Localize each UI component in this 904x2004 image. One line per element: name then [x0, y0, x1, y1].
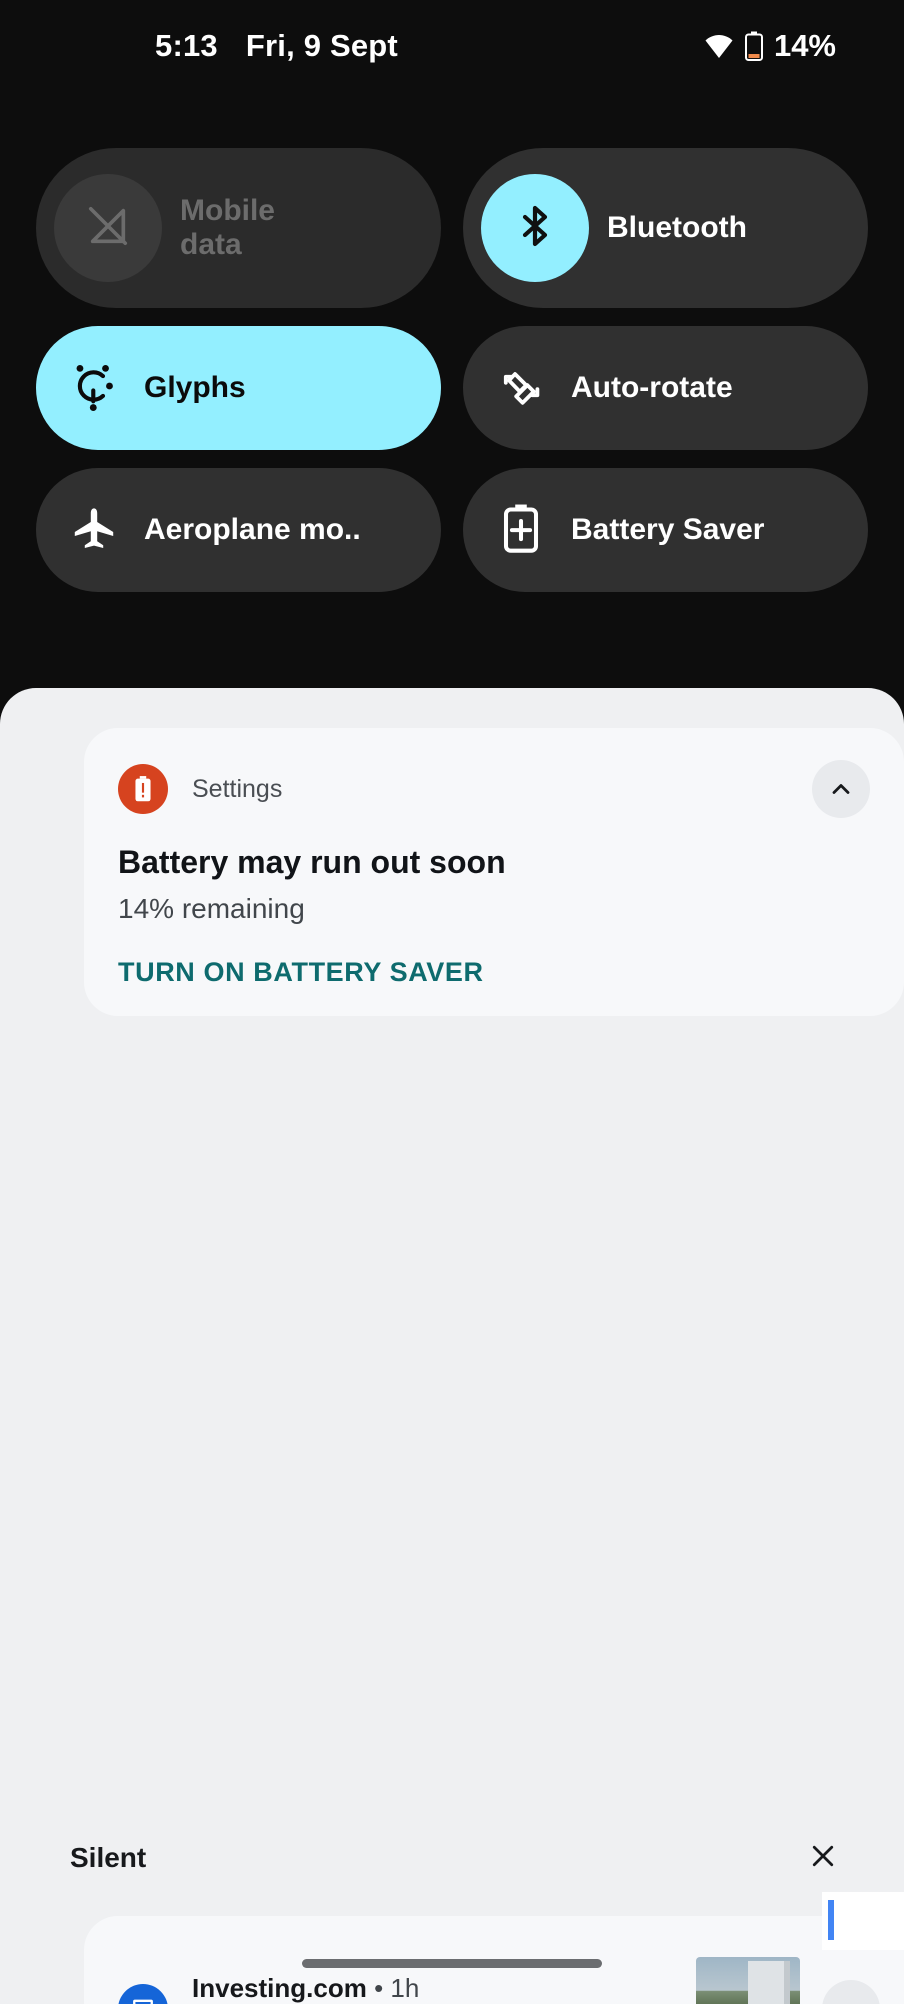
status-bar-right: 14%	[704, 28, 836, 64]
mobile-data-badge	[54, 174, 162, 282]
notification-header: Settings	[118, 760, 870, 818]
close-icon[interactable]	[808, 1841, 838, 1876]
qs-tile-mobile-data[interactable]: Mobile data	[36, 148, 441, 308]
notification-time: 1h	[390, 1973, 420, 2003]
screen-artifact	[822, 1892, 904, 1950]
auto-rotate-icon-wrap	[493, 362, 549, 415]
qs-label-bluetooth: Bluetooth	[607, 210, 747, 244]
mobile-data-off-icon	[85, 203, 131, 254]
notification-text-block: Investing.com • 1h D-Street Snippet: Sen…	[192, 1973, 686, 2004]
newspaper-icon	[118, 1984, 168, 2004]
auto-rotate-icon	[497, 362, 545, 415]
separator-dot: •	[374, 1973, 384, 2003]
battery-saver-icon	[499, 503, 543, 558]
navigation-handle[interactable]	[302, 1959, 602, 1968]
artifact-bar	[828, 1900, 834, 1940]
qs-tile-battery-saver[interactable]: Battery Saver	[463, 468, 868, 592]
notification-subtitle: 14% remaining	[118, 893, 305, 924]
wifi-icon	[704, 33, 734, 59]
chevron-up-icon[interactable]	[812, 760, 870, 818]
qs-tile-glyphs[interactable]: Glyphs	[36, 326, 441, 450]
turn-on-battery-saver-button[interactable]: TURN ON BATTERY SAVER	[118, 957, 484, 988]
status-date: Fri, 9 Sept	[245, 28, 398, 63]
airplane-icon	[70, 504, 118, 557]
notification-title: Battery may run out soon	[118, 844, 506, 880]
status-clock: 5:13	[155, 28, 218, 63]
qs-label-mobile-data: Mobile data	[180, 193, 275, 261]
status-bar-left: 5:13 Fri, 9 Sept	[155, 28, 398, 64]
qs-label-battery-saver: Battery Saver	[571, 512, 765, 546]
chevron-down-icon[interactable]	[822, 1980, 880, 2004]
status-bar: 5:13 Fri, 9 Sept 14%	[0, 0, 904, 92]
battery-alert-icon	[118, 764, 168, 814]
airplane-icon-wrap	[66, 504, 122, 557]
battery-saver-icon-wrap	[493, 503, 549, 558]
bluetooth-icon	[511, 202, 559, 255]
notification-app-name: Settings	[192, 774, 283, 803]
status-battery-percent: 14%	[773, 28, 836, 63]
qs-label-aeroplane-mode: Aeroplane mo..	[144, 512, 361, 546]
bluetooth-badge	[481, 174, 589, 282]
silent-section-header: Silent	[0, 1820, 904, 1896]
qs-label-glyphs: Glyphs	[144, 370, 246, 404]
qs-tile-bluetooth[interactable]: Bluetooth	[463, 148, 868, 308]
qs-label-auto-rotate: Auto-rotate	[571, 370, 733, 404]
notification-shade-screen: 5:13 Fri, 9 Sept 14% Mobile data Bluetoo…	[0, 0, 904, 2004]
investing-app-name: Investing.com	[192, 1973, 367, 2003]
glyphs-icon-wrap	[66, 359, 122, 418]
notification-battery[interactable]: Settings Battery may run out soon 14% re…	[84, 728, 904, 1016]
silent-section-label: Silent	[70, 1842, 147, 1873]
notification-app-line: Investing.com • 1h	[192, 1973, 686, 2004]
qs-tile-aeroplane-mode[interactable]: Aeroplane mo..	[36, 468, 441, 592]
glyphs-icon	[68, 359, 120, 418]
battery-low-icon	[744, 31, 763, 61]
notification-shade-panel: Settings Battery may run out soon 14% re…	[0, 688, 904, 2004]
building-photo-thumbnail	[696, 1957, 800, 2004]
qs-tile-auto-rotate[interactable]: Auto-rotate	[463, 326, 868, 450]
quick-settings-grid: Mobile data Bluetooth Glyphs Auto-rotate…	[36, 148, 868, 592]
